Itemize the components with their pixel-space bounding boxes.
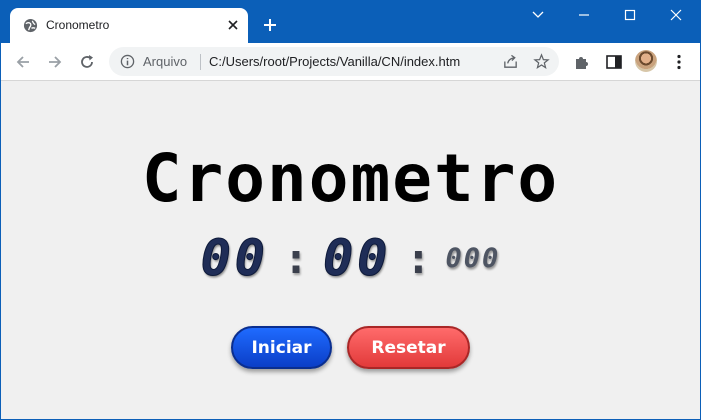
tab-strip: Cronometro — [1, 0, 700, 43]
address-scheme-label: Arquivo — [143, 54, 188, 69]
browser-window: Cronometro Arquivo C:/Users/root/Project… — [1, 0, 700, 419]
address-bar[interactable]: Arquivo C:/Users/root/Projects/Vanilla/C… — [109, 47, 559, 76]
page-title: Cronometro — [141, 140, 560, 217]
timer-separator: : — [405, 233, 432, 283]
globe-icon — [23, 18, 38, 33]
tab-search-chevron-icon[interactable] — [529, 7, 547, 23]
info-icon[interactable] — [120, 54, 135, 69]
timer-separator: : — [283, 233, 309, 283]
address-separator — [200, 54, 201, 70]
timer-milliseconds: 000 — [445, 242, 501, 274]
stopwatch-display: 00 : 00 : 000 — [1, 229, 700, 288]
share-icon[interactable] — [502, 53, 519, 70]
close-window-icon[interactable] — [667, 7, 685, 23]
address-url[interactable]: C:/Users/root/Projects/Vanilla/CN/index.… — [209, 54, 460, 69]
start-button[interactable]: Iniciar — [231, 326, 332, 369]
extensions-puzzle-icon[interactable] — [572, 52, 592, 72]
reload-icon[interactable] — [77, 52, 97, 72]
browser-toolbar: Arquivo C:/Users/root/Projects/Vanilla/C… — [1, 43, 700, 81]
close-tab-icon[interactable] — [225, 17, 241, 33]
maximize-icon[interactable] — [621, 7, 639, 23]
reset-button[interactable]: Resetar — [347, 326, 470, 369]
timer-minutes: 00 — [200, 229, 269, 288]
profile-avatar[interactable] — [635, 50, 657, 72]
timer-seconds: 00 — [323, 229, 392, 288]
side-panel-icon[interactable] — [604, 52, 624, 72]
new-tab-icon[interactable] — [262, 17, 278, 33]
tab-title: Cronometro — [46, 18, 110, 32]
minimize-icon[interactable] — [575, 7, 593, 23]
forward-icon[interactable] — [45, 52, 65, 72]
back-icon[interactable] — [13, 52, 33, 72]
tab-cronometro[interactable]: Cronometro — [10, 8, 248, 43]
bookmark-star-icon[interactable] — [533, 53, 550, 70]
menu-dots-icon[interactable] — [669, 52, 689, 72]
page-content: Cronometro 00 : 00 : 000 Iniciar Resetar — [1, 81, 700, 419]
